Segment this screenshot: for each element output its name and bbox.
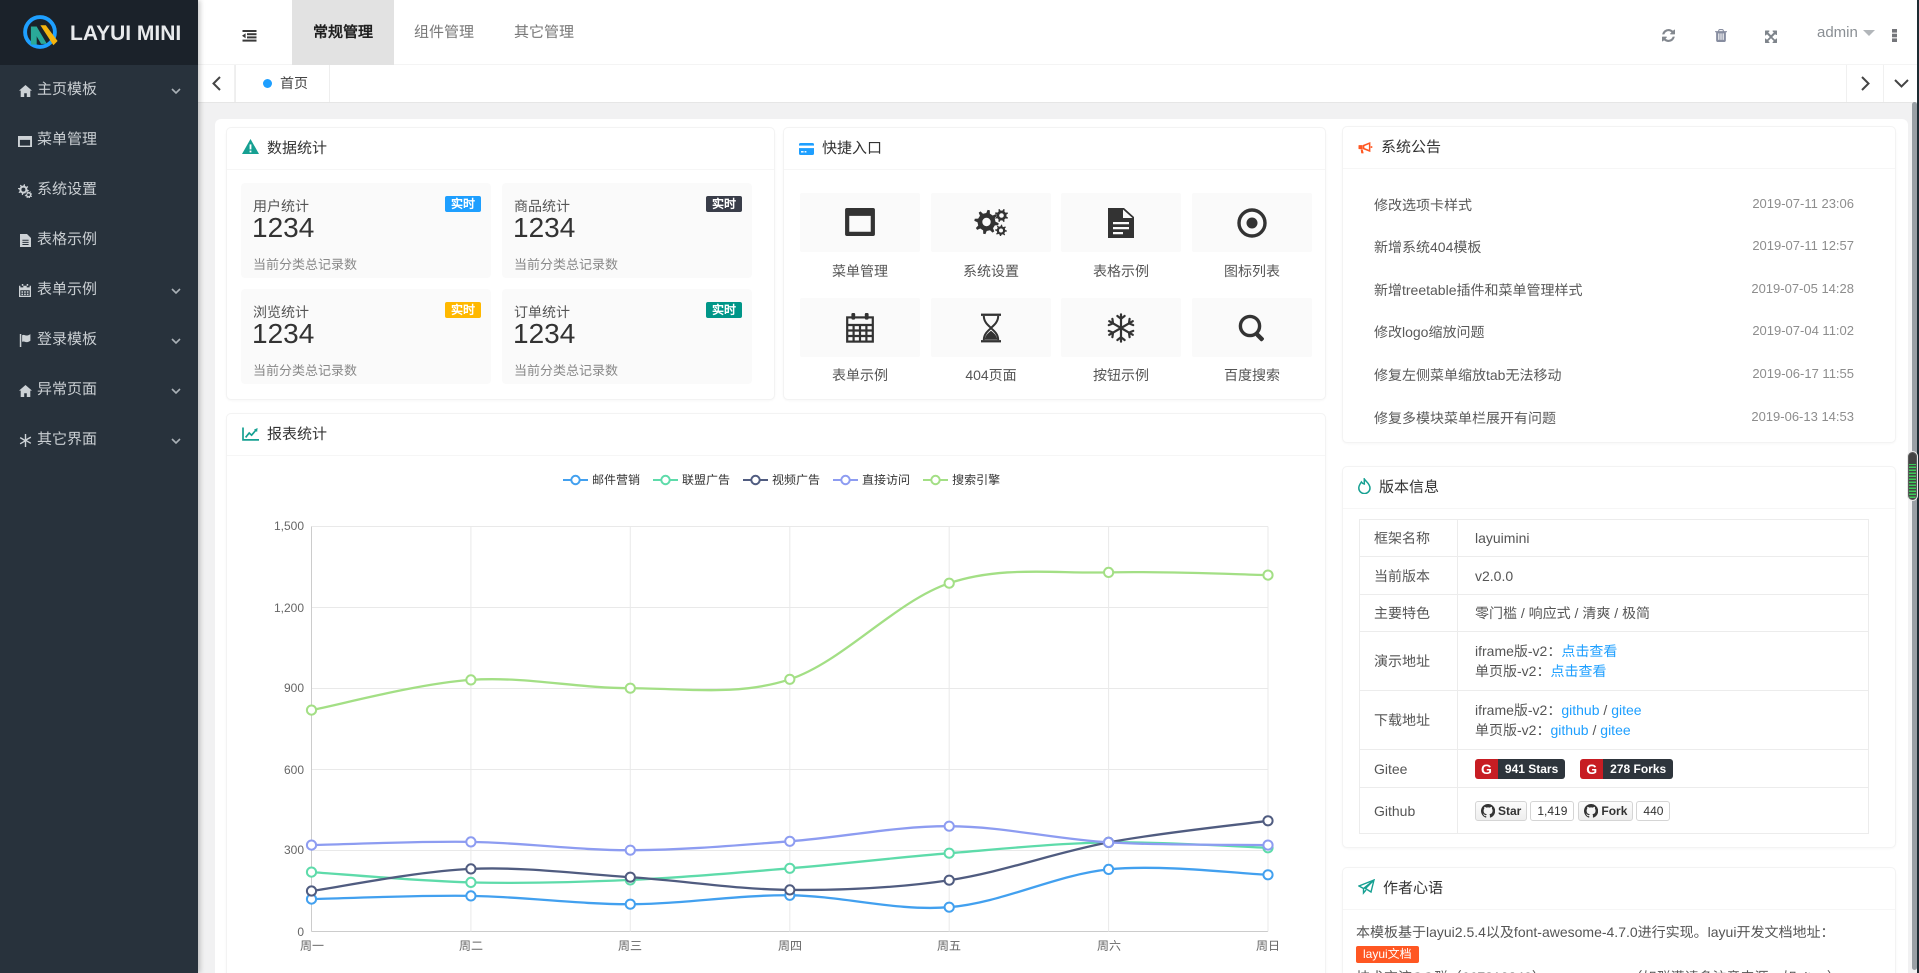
svg-text:1,500: 1,500 bbox=[274, 519, 304, 533]
svg-text:1,200: 1,200 bbox=[274, 601, 304, 615]
svg-text:900: 900 bbox=[284, 681, 304, 695]
svg-text:周六: 周六 bbox=[1097, 939, 1121, 953]
svg-text:0: 0 bbox=[297, 925, 304, 939]
svg-text:周四: 周四 bbox=[778, 939, 802, 953]
svg-text:周三: 周三 bbox=[618, 939, 642, 953]
svg-text:周五: 周五 bbox=[937, 939, 961, 953]
svg-text:周日: 周日 bbox=[1256, 939, 1280, 953]
svg-text:300: 300 bbox=[284, 843, 304, 857]
svg-text:600: 600 bbox=[284, 763, 304, 777]
svg-text:周二: 周二 bbox=[459, 939, 483, 953]
svg-text:周一: 周一 bbox=[300, 939, 324, 953]
